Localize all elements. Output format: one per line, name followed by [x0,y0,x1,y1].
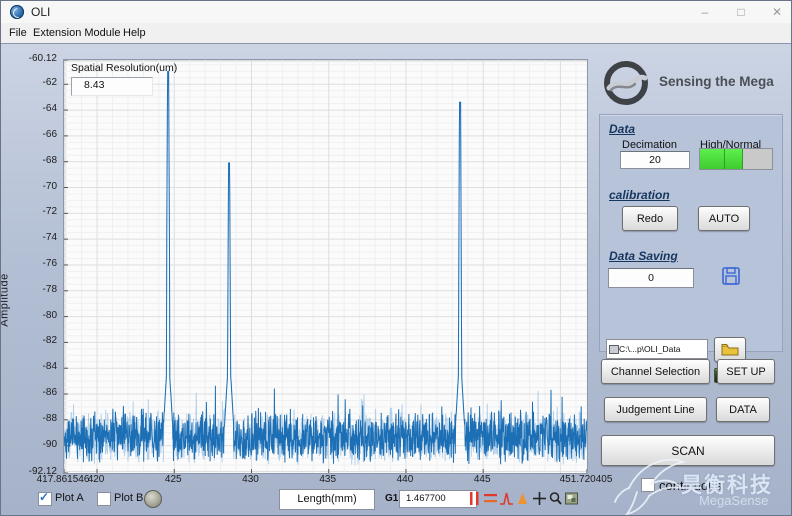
zoom-icon[interactable] [548,490,563,507]
save-path-field[interactable]: C:\...p\OLI_Data [606,339,708,359]
spatial-resolution-label: Spatial Resolution(um) [71,62,177,74]
maximize-button[interactable]: □ [725,1,757,23]
setup-button[interactable]: SET UP [717,359,775,384]
peak-marker-icon[interactable] [499,490,514,507]
y-tick-label: -88 [13,413,57,424]
calibration-section-heading: calibration [609,188,670,202]
crosshair-icon[interactable] [532,490,547,507]
y-tick-label: -80 [13,310,57,321]
x-tick-label: 420 [88,474,105,485]
window-title: OLI [31,5,50,19]
plot-canvas[interactable] [63,59,588,474]
y-tick-label: -86 [13,387,57,398]
y-tick-label: -70 [13,181,57,192]
continuous-checkbox[interactable] [641,478,655,492]
y-tick-label: -68 [13,155,57,166]
minimize-button[interactable]: – [689,1,721,23]
x-tick-label: 445 [474,474,491,485]
high-normal-toggle[interactable] [699,148,773,170]
length-display[interactable]: Length(mm) [279,489,375,510]
x-tick-label: 417.861546 [37,474,90,485]
app-icon [10,5,24,19]
spatial-resolution-control: Spatial Resolution(um) 8.43 [71,62,177,96]
y-tick-label: -78 [13,284,57,295]
pan-icon[interactable] [564,490,579,507]
menu-bar: File Extension Module Help [1,23,791,44]
decimation-field[interactable]: 20 [620,151,690,169]
brand-logo-icon [603,60,649,106]
y-tick-label: -74 [13,232,57,243]
spatial-resolution-value[interactable]: 8.43 [71,77,153,96]
plot-b-checkbox[interactable] [97,492,111,506]
threshold-lines-icon[interactable] [483,490,498,507]
control-panel: Data Decimation 20 High/Normal calibrati… [599,114,783,352]
y-tick-label: -72 [13,206,57,217]
path-type-icon [609,345,619,354]
y-tick-label: -90 [13,439,57,450]
data-saving-heading: Data Saving [609,249,678,263]
x-tick-label: 425 [165,474,182,485]
channel-selection-button[interactable]: Channel Selection [601,359,710,384]
plot-a-checkbox[interactable] [38,492,52,506]
menu-extension-module[interactable]: Extension Module [27,23,126,43]
folder-icon [721,343,739,356]
y-tick-label: -64 [13,103,57,114]
x-tick-label: 430 [242,474,259,485]
menu-help[interactable]: Help [117,23,152,43]
peak-arrow-icon[interactable] [515,490,530,507]
y-tick-label: -76 [13,258,57,269]
signal-chart [64,60,587,473]
x-tick-label: 451.720405 [560,474,613,485]
scan-button[interactable]: SCAN [601,435,775,466]
y-tick-label: -62 [13,77,57,88]
y-tick-label: -84 [13,361,57,372]
auto-button[interactable]: AUTO [698,206,750,231]
saving-count-field[interactable]: 0 [608,268,694,288]
data-section-heading: Data [609,122,635,136]
plot-b-label: Plot B [114,492,143,504]
judgement-line-button[interactable]: Judgement Line [604,397,707,422]
g1-value-field[interactable]: 1.467700 [399,490,477,508]
cursor-bars-icon[interactable] [467,490,482,507]
title-bar: OLI – □ ✕ [1,1,791,24]
close-button[interactable]: ✕ [761,1,792,23]
brand-text: Sensing the Mega [659,74,774,89]
y-tick-label: -66 [13,129,57,140]
x-tick-label: 435 [319,474,336,485]
watermark-en-text: MegaSense [699,493,768,508]
y-tick-label: -60.12 [13,53,57,64]
main-content: Amplitude -60.12 -62 -64 -66 -68 -70 -72 -74 -76… [1,43,792,516]
status-led [144,490,162,508]
decimation-label: Decimation [622,139,677,151]
x-tick-label: 440 [397,474,414,485]
redo-button[interactable]: Redo [622,206,678,231]
app-window: OLI – □ ✕ File Extension Module Help Amp… [0,0,792,516]
continuous-label: continuous [659,478,722,493]
g1-label: G1 [385,493,398,504]
plot-a-label: Plot A [55,492,84,504]
toggle-green-state [700,149,743,169]
y-axis-title: Amplitude [0,273,11,326]
data-button[interactable]: DATA [716,397,770,422]
y-tick-label: -82 [13,335,57,346]
save-icon[interactable] [720,265,742,287]
